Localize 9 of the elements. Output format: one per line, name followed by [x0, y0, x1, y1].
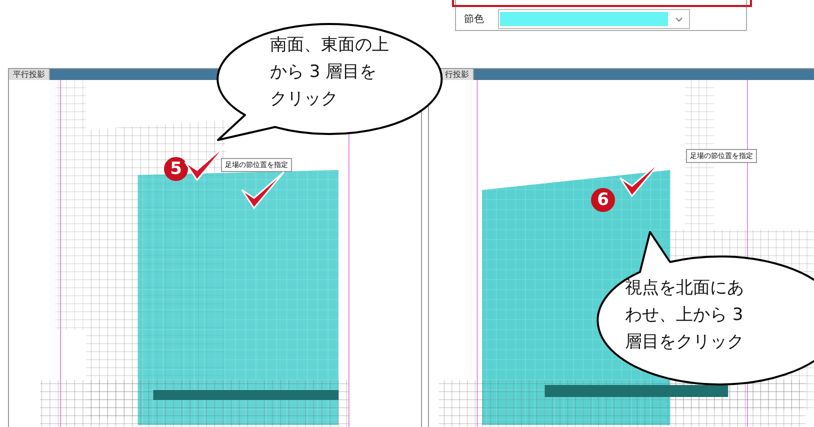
view-tab[interactable]: 行投影: [441, 69, 474, 80]
callout-text: 南面、東面の上 から 3 層目を クリック: [270, 34, 389, 111]
field-label: 節色: [464, 13, 484, 26]
caret-icon: [675, 16, 683, 22]
checkmark-icon: [241, 171, 285, 210]
color-dropdown[interactable]: [498, 9, 690, 29]
view-tab[interactable]: 平行投影: [9, 69, 50, 80]
highlighted-field[interactable]: [452, 0, 752, 7]
callout-text: 視点を北面にあ わせ、上から 3 層目をクリック: [625, 277, 744, 354]
